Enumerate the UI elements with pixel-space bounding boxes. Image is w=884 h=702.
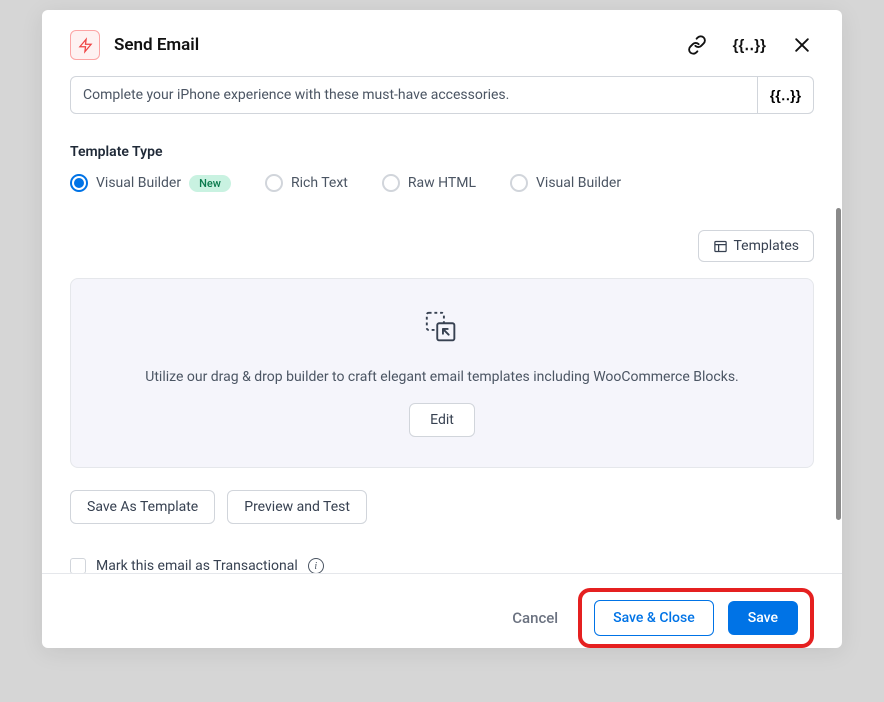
header-actions: {{‥}} — [685, 33, 814, 57]
close-icon[interactable] — [790, 33, 814, 57]
transactional-checkbox-row: Mark this email as Transactional i — [70, 558, 814, 573]
save-as-template-button[interactable]: Save As Template — [70, 490, 215, 524]
info-icon[interactable]: i — [308, 558, 324, 573]
radio-visual-builder-new[interactable]: Visual Builder New — [70, 174, 231, 192]
radio-circle-icon — [265, 174, 283, 192]
insert-placeholder-button[interactable]: {{‥}} — [758, 76, 814, 114]
placeholder-icon[interactable]: {{‥}} — [731, 34, 768, 56]
preview-test-button[interactable]: Preview and Test — [227, 490, 367, 524]
editor-area: Utilize our drag & drop builder to craft… — [70, 278, 814, 468]
edit-button[interactable]: Edit — [409, 403, 475, 437]
modal-footer: Cancel Save & Close Save — [42, 573, 842, 648]
templates-row: Templates — [70, 230, 814, 262]
save-close-button[interactable]: Save & Close — [594, 600, 714, 636]
radio-circle-icon — [70, 174, 88, 192]
transactional-checkbox[interactable] — [70, 558, 86, 573]
radio-circle-icon — [510, 174, 528, 192]
templates-button[interactable]: Templates — [698, 230, 815, 262]
scrollbar[interactable] — [836, 208, 841, 520]
radio-rich-text[interactable]: Rich Text — [265, 174, 348, 192]
send-email-modal: Send Email {{‥}} {{‥}} Template Type — [42, 10, 842, 648]
modal-header: Send Email {{‥}} — [42, 10, 842, 76]
lightning-icon — [70, 30, 100, 60]
subject-field-wrapper: {{‥}} — [70, 76, 814, 114]
cancel-button[interactable]: Cancel — [512, 609, 558, 627]
modal-body: {{‥}} Template Type Visual Builder New R… — [42, 76, 842, 573]
radio-raw-html[interactable]: Raw HTML — [382, 174, 476, 192]
subject-input[interactable] — [70, 76, 758, 114]
save-button[interactable]: Save — [728, 601, 798, 635]
drag-drop-icon — [423, 309, 461, 351]
new-badge: New — [189, 175, 231, 192]
save-buttons-highlight: Save & Close Save — [578, 588, 814, 648]
radio-circle-icon — [382, 174, 400, 192]
transactional-label: Mark this email as Transactional — [96, 558, 298, 573]
radio-visual-builder[interactable]: Visual Builder — [510, 174, 621, 192]
link-icon[interactable] — [685, 33, 709, 57]
template-type-label: Template Type — [70, 144, 814, 160]
action-buttons: Save As Template Preview and Test — [70, 490, 814, 524]
template-type-radios: Visual Builder New Rich Text Raw HTML Vi… — [70, 174, 814, 192]
editor-description: Utilize our drag & drop builder to craft… — [145, 369, 738, 385]
modal-title: Send Email — [114, 35, 199, 55]
